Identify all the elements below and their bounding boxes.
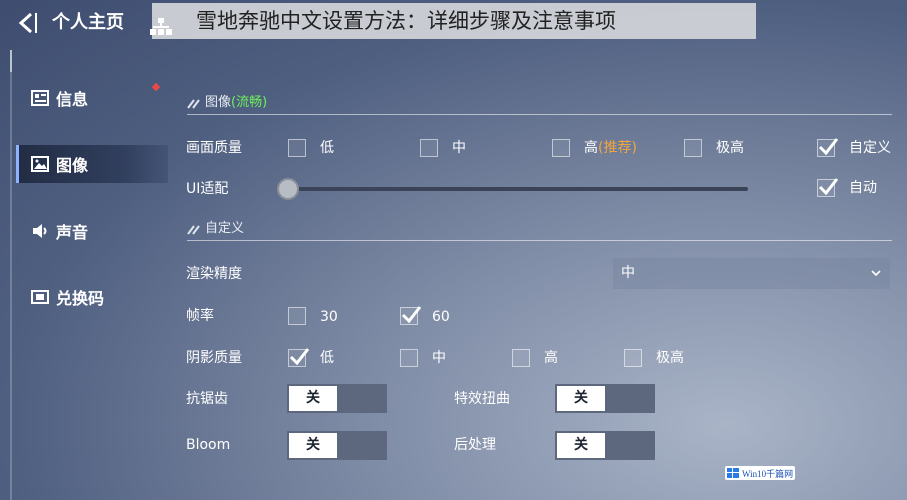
post-processing-label: 后处理 [454, 437, 496, 453]
anti-aliasing-label: 抗锯齿 [186, 391, 228, 407]
render-precision-label: 渲染精度 [186, 266, 242, 282]
section-header-image: 图像 (流畅) [187, 95, 267, 111]
section-divider [187, 114, 892, 115]
shadow-medium-checkbox[interactable] [400, 349, 418, 367]
image-icon [30, 154, 50, 174]
quality-custom-label: 自定义 [849, 140, 891, 156]
section-divider [187, 240, 892, 241]
effects-distortion-toggle[interactable]: 关 [555, 384, 655, 413]
article-title: 雪地奔驰中文设置方法：详细步骤及注意事项 [196, 9, 616, 33]
sidebar-item-label: 图像 [56, 156, 89, 175]
frame-rate-60-label: 60 [432, 309, 450, 325]
shadow-medium-label: 中 [432, 350, 446, 366]
article-title-banner: 雪地奔驰中文设置方法：详细步骤及注意事项 [152, 3, 756, 39]
section-title: 图像 [205, 95, 232, 110]
recommended-tag: (推荐) [598, 140, 637, 156]
frame-rate-30-checkbox[interactable] [288, 307, 306, 325]
shadow-quality-label: 阴影质量 [186, 350, 242, 366]
watermark: Win10千篇网 [725, 466, 795, 480]
ui-adapt-label: UI适配 [186, 181, 229, 197]
bloom-label: Bloom [186, 437, 231, 453]
quality-high-label: 高(推荐) [584, 139, 637, 157]
page-title: 个人主页 [52, 12, 124, 33]
speaker-icon [30, 221, 50, 241]
frame-corner-accent [10, 50, 15, 72]
bloom-toggle[interactable]: 关 [287, 431, 387, 460]
chevron-down-icon [871, 270, 881, 277]
frame-rate-60-checkbox[interactable] [400, 306, 422, 325]
post-processing-toggle[interactable]: 关 [555, 431, 655, 460]
toggle-state: 关 [557, 433, 605, 458]
frame-divider [10, 50, 12, 500]
ui-adapt-auto-label: 自动 [849, 180, 877, 196]
sidebar-item-image[interactable]: 图像 [16, 145, 168, 183]
redeem-code-icon [30, 287, 50, 307]
quality-low-checkbox[interactable] [288, 139, 306, 157]
ui-adapt-slider-handle[interactable] [277, 178, 299, 200]
quality-high-checkbox[interactable] [552, 139, 570, 157]
checkmark-icon [818, 138, 839, 156]
sidebar-item-label: 声音 [56, 223, 89, 242]
checkmark-icon [818, 178, 839, 196]
checkmark-icon [289, 348, 310, 366]
shadow-ultra-label: 极高 [656, 350, 684, 366]
section-marker-icon [187, 225, 200, 235]
back-arrow-icon [18, 12, 37, 34]
frame-rate-label: 帧率 [186, 308, 214, 324]
quality-custom-checkbox[interactable] [817, 138, 839, 157]
section-marker-icon [187, 99, 200, 109]
quality-medium-label: 中 [452, 140, 466, 156]
network-icon [150, 18, 172, 35]
shadow-low-checkbox[interactable] [288, 348, 310, 367]
toggle-state: 关 [289, 386, 337, 411]
shadow-ultra-checkbox[interactable] [624, 349, 642, 367]
ui-adapt-slider[interactable] [288, 187, 748, 191]
quality-medium-checkbox[interactable] [420, 139, 438, 157]
toggle-state: 关 [557, 386, 605, 411]
toggle-state: 关 [289, 433, 337, 458]
info-card-icon [30, 88, 50, 108]
sidebar-item-info[interactable]: 信息 [16, 79, 168, 117]
quality-ultra-label: 极高 [716, 140, 744, 156]
quality-high-text: 高 [584, 140, 598, 156]
sidebar-item-redeem[interactable]: 兑换码 [16, 278, 168, 316]
section-title: 自定义 [205, 221, 245, 236]
windows-logo-icon [727, 468, 739, 478]
sidebar-item-label: 兑换码 [56, 289, 105, 308]
checkmark-icon [401, 306, 422, 324]
render-precision-value: 中 [621, 265, 635, 281]
performance-status: (流畅) [231, 95, 268, 110]
quality-low-label: 低 [320, 140, 334, 156]
sidebar-item-label: 信息 [56, 90, 89, 109]
shadow-high-label: 高 [544, 350, 558, 366]
render-precision-select[interactable]: 中 [613, 258, 890, 289]
frame-rate-30-label: 30 [320, 309, 338, 325]
quality-ultra-checkbox[interactable] [684, 139, 702, 157]
shadow-low-label: 低 [320, 350, 334, 366]
back-button[interactable] [14, 10, 40, 36]
section-header-custom: 自定义 [187, 221, 244, 237]
effects-distortion-label: 特效扭曲 [454, 391, 510, 407]
watermark-text: Win10千篇网 [742, 468, 794, 479]
quality-label: 画面质量 [186, 140, 242, 156]
sidebar-item-sound[interactable]: 声音 [16, 212, 168, 250]
shadow-high-checkbox[interactable] [512, 349, 530, 367]
anti-aliasing-toggle[interactable]: 关 [287, 384, 387, 413]
ui-adapt-auto-checkbox[interactable] [817, 178, 839, 197]
